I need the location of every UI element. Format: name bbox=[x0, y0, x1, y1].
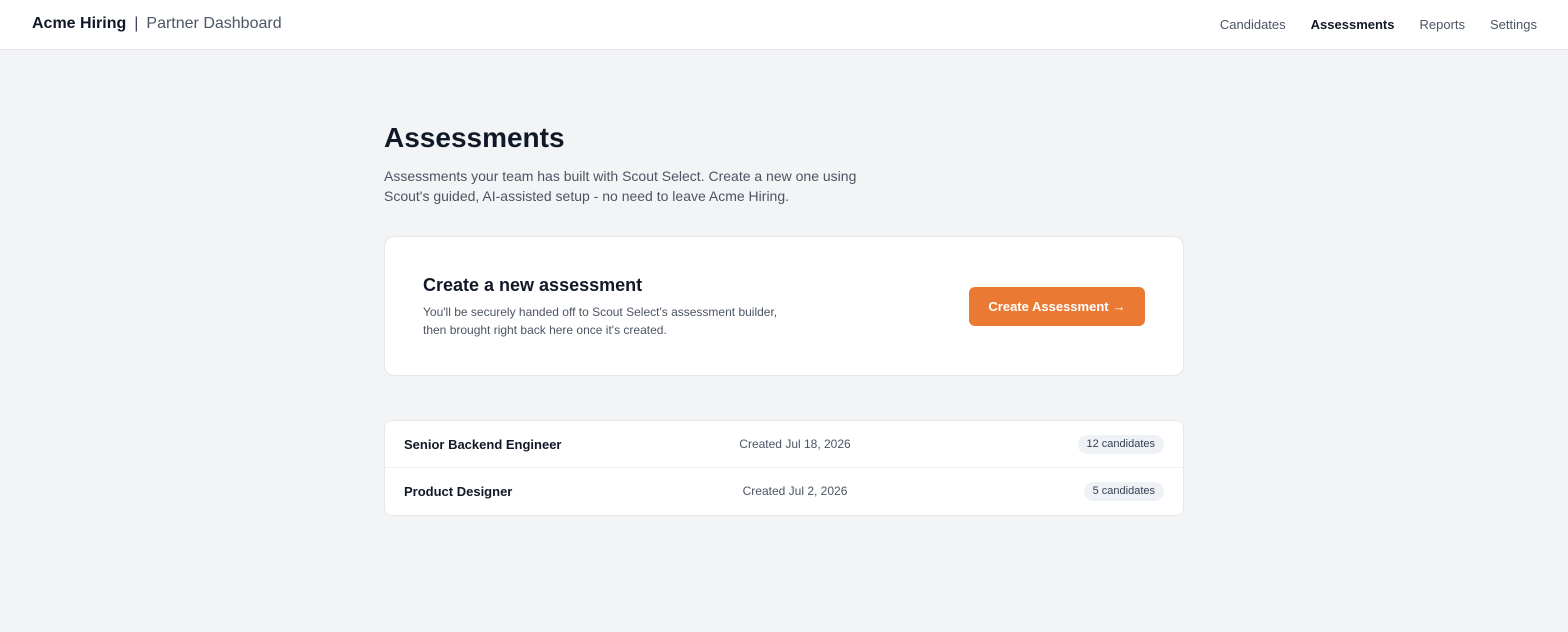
nav-item-reports[interactable]: Reports bbox=[1419, 17, 1465, 32]
top-bar: Acme Hiring | Partner Dashboard Candidat… bbox=[0, 0, 1568, 50]
create-card-title: Create a new assessment bbox=[423, 275, 643, 295]
assessment-name: Senior Backend Engineer bbox=[404, 437, 562, 452]
brand-separator: | bbox=[134, 15, 139, 32]
assessment-name: Product Designer bbox=[404, 484, 513, 499]
create-card-description: You'll be securely handed off to Scout S… bbox=[423, 305, 778, 337]
assessment-created-date: Created Jul 2, 2026 bbox=[742, 484, 848, 498]
assessment-list: Senior Backend Engineer Created Jul 18, … bbox=[384, 420, 1184, 516]
page-description: Assessments your team has built with Sco… bbox=[384, 168, 857, 204]
create-assessment-card: Create a new assessment You'll be secure… bbox=[384, 236, 1184, 376]
nav-item-settings[interactable]: Settings bbox=[1490, 17, 1537, 32]
create-assessment-button-label: Create Assessment bbox=[988, 299, 1109, 314]
arrow-right-icon: → bbox=[1112, 299, 1126, 314]
assessment-created-date: Created Jul 18, 2026 bbox=[739, 437, 851, 451]
candidate-count-badge: 5 candidates bbox=[1083, 482, 1164, 501]
brand-subtitle: Partner Dashboard bbox=[146, 15, 282, 32]
create-assessment-button[interactable]: Create Assessment → bbox=[969, 287, 1145, 326]
list-item[interactable]: Product Designer Created Jul 2, 2026 5 c… bbox=[385, 468, 1183, 515]
candidate-count-badge: 12 candidates bbox=[1077, 435, 1164, 454]
page-title: Assessments bbox=[384, 122, 565, 153]
nav-item-assessments[interactable]: Assessments bbox=[1311, 17, 1395, 32]
brand-name: Acme Hiring bbox=[32, 15, 127, 32]
nav-item-candidates[interactable]: Candidates bbox=[1220, 17, 1286, 32]
list-item[interactable]: Senior Backend Engineer Created Jul 18, … bbox=[385, 421, 1183, 468]
brand[interactable]: Acme Hiring | Partner Dashboard bbox=[32, 15, 282, 33]
main-content: Assessments Assessments your team has bu… bbox=[384, 120, 1184, 516]
main-nav: Candidates Assessments Reports Settings bbox=[1220, 17, 1537, 32]
